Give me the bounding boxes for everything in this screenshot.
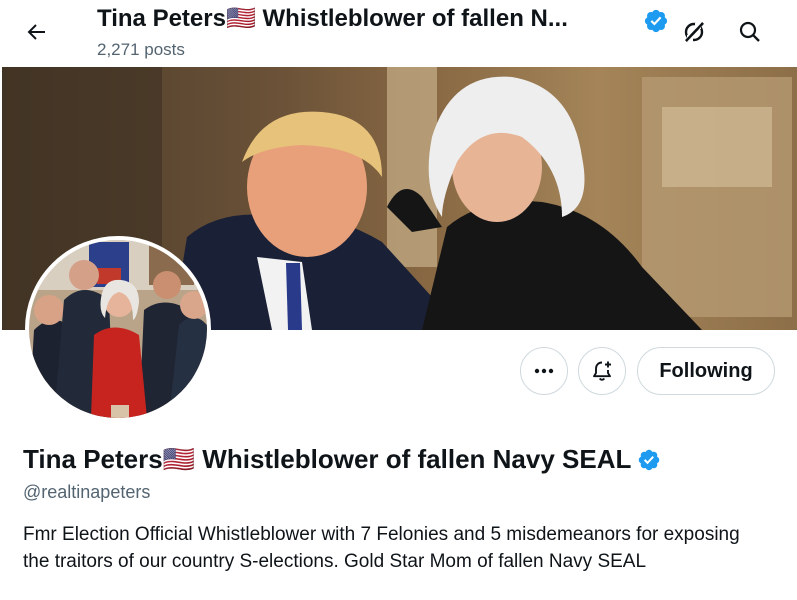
grok-icon: [684, 22, 704, 42]
display-name: Tina Peters🇺🇸 Whistleblower of fallen Na…: [23, 444, 632, 474]
profile-name-row: Tina Peters🇺🇸 Whistleblower of fallen Na…: [23, 444, 661, 475]
header-title: Tina Peters🇺🇸 Whistleblower of fallen N.…: [97, 5, 568, 32]
arrow-left-icon: [27, 24, 45, 40]
bell-plus-icon: [593, 361, 611, 381]
profile-handle: @realtinapeters: [23, 482, 151, 502]
profile-bio: Fmr Election Official Whistleblower with…: [23, 524, 740, 572]
following-button[interactable]: Following: [637, 347, 775, 395]
more-options-button[interactable]: [520, 347, 568, 395]
profile-avatar[interactable]: [25, 236, 211, 422]
verified-badge-icon: [643, 8, 669, 39]
notifications-button[interactable]: [578, 347, 626, 395]
back-button[interactable]: [18, 14, 54, 50]
grok-button[interactable]: [676, 14, 712, 50]
verified-badge-icon[interactable]: [637, 448, 661, 472]
more-dots-icon: [534, 368, 554, 374]
avatar-photo: [29, 240, 207, 418]
search-icon: [739, 21, 760, 42]
post-count: 2,271 posts: [97, 40, 185, 59]
top-bar: Tina Peters🇺🇸 Whistleblower of fallen N.…: [0, 0, 797, 66]
search-button[interactable]: [732, 14, 768, 50]
